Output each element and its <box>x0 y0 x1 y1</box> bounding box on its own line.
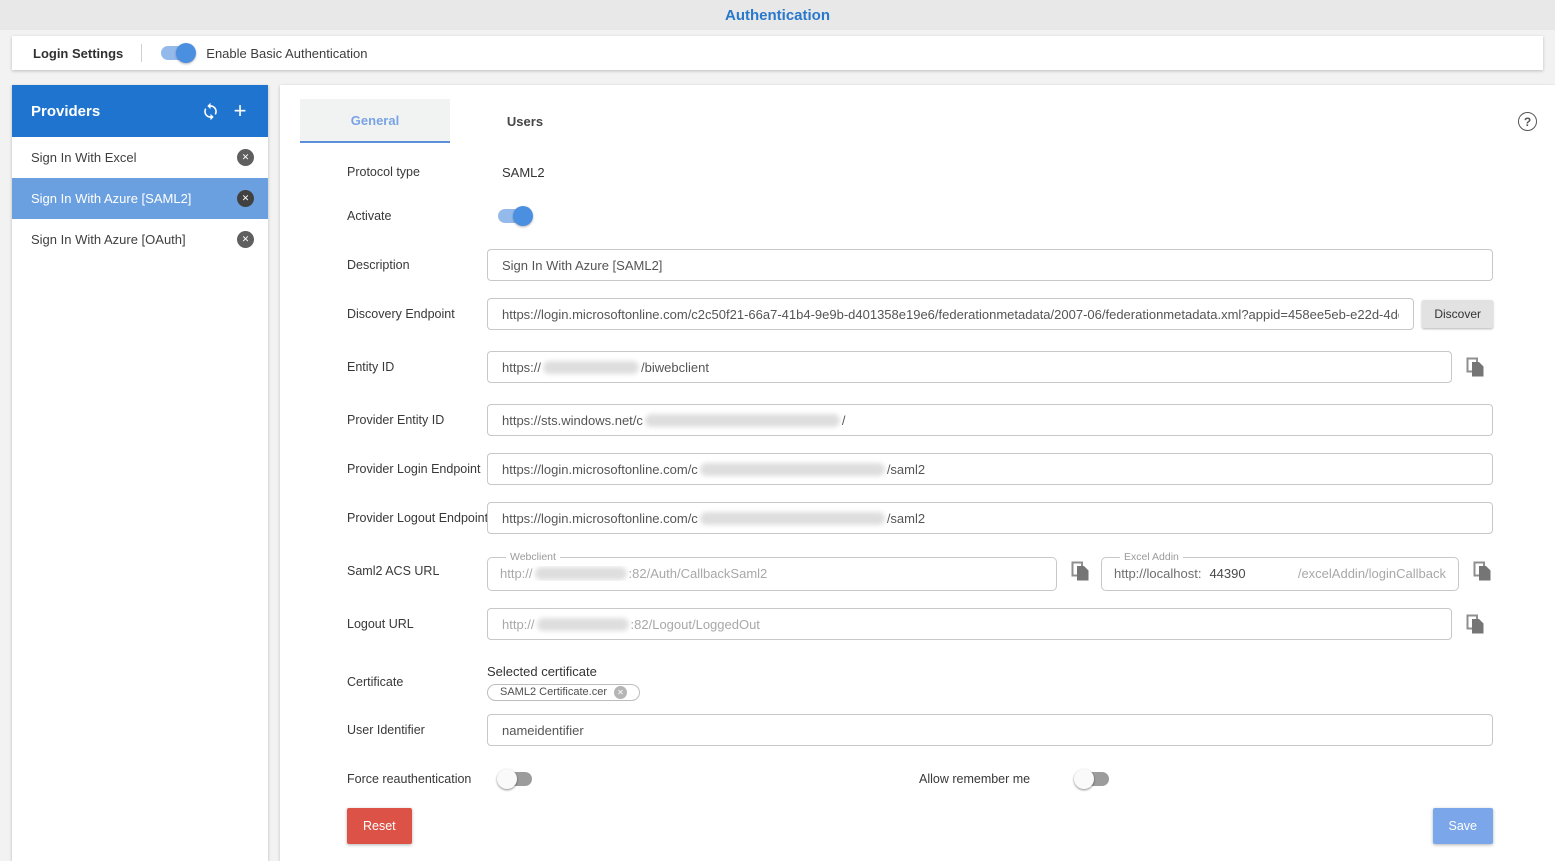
row-activate: Activate <box>347 200 1493 232</box>
login-settings-bar: Login Settings Enable Basic Authenticati… <box>12 36 1543 70</box>
page-title: Authentication <box>725 6 830 24</box>
providers-title: Providers <box>31 102 101 120</box>
protocol-type-value: SAML2 <box>502 164 545 180</box>
row-certificate: Certificate Selected certificate SAML2 C… <box>347 658 1493 706</box>
divider <box>141 44 143 62</box>
allow-remember-me-label: Allow remember me <box>919 772 1031 786</box>
user-identifier-input[interactable] <box>487 714 1493 746</box>
sidebar-item-sign-in-with-excel[interactable]: Sign In With Excel ✕ <box>12 137 268 178</box>
row-entity-id: Entity ID https:///biwebclient <box>347 351 1493 383</box>
tab-bar: General Users <box>300 99 600 143</box>
tab-general[interactable]: General <box>300 99 450 143</box>
provider-login-endpoint-input[interactable]: https://login.microsoftonline.com/c/saml… <box>487 453 1493 485</box>
delete-provider-icon[interactable]: ✕ <box>237 190 254 207</box>
redacted-text <box>543 360 640 374</box>
copy-icon[interactable] <box>1069 560 1091 582</box>
providers-sidebar: Providers + Sign In With Excel ✕ Sign In… <box>12 85 268 861</box>
providers-header: Providers + <box>12 85 268 137</box>
allow-remember-me-toggle[interactable] <box>1074 769 1110 789</box>
enable-basic-auth-toggle[interactable] <box>160 43 197 63</box>
acs-webclient-fieldset: Webclient http://:82/Auth/CallbackSaml2 <box>487 551 1057 591</box>
sidebar-item-sign-in-with-azure-saml2[interactable]: Sign In With Azure [SAML2] ✕ <box>12 178 268 219</box>
row-logout-url: Logout URL http://:82/Logout/LoggedOut <box>347 608 1493 640</box>
redacted-text <box>536 617 629 631</box>
redacted-text <box>534 567 627 580</box>
discovery-endpoint-input[interactable] <box>487 298 1415 330</box>
force-reauthentication-toggle[interactable] <box>497 769 533 789</box>
save-button[interactable]: Save <box>1432 808 1493 844</box>
row-user-identifier: User Identifier <box>347 714 1493 746</box>
copy-icon[interactable] <box>1471 560 1493 582</box>
provider-entity-id-input[interactable]: https://sts.windows.net/c / <box>487 404 1493 436</box>
refresh-icon[interactable] <box>198 99 222 123</box>
acs-excel-path: /excelAddin/loginCallback <box>1297 566 1446 581</box>
enable-basic-auth-label: Enable Basic Authentication <box>206 45 368 61</box>
row-provider-login-endpoint: Provider Login Endpoint https://login.mi… <box>347 453 1493 485</box>
reset-button[interactable]: Reset <box>347 808 412 844</box>
row-description: Description <box>347 249 1493 281</box>
acs-excel-host: http://localhost: <box>1114 566 1202 581</box>
row-discovery-endpoint: Discovery Endpoint Discover <box>347 298 1493 330</box>
row-provider-logout-endpoint: Provider Logout Endpoint https://login.m… <box>347 502 1493 534</box>
activate-toggle[interactable] <box>497 206 533 226</box>
sidebar-item-sign-in-with-azure-oauth[interactable]: Sign In With Azure [OAuth] ✕ <box>12 219 268 260</box>
remove-certificate-icon[interactable]: ✕ <box>613 685 627 699</box>
description-input[interactable] <box>487 249 1493 281</box>
row-reauthentication-options: Force reauthentication Allow remember me <box>347 763 1493 795</box>
copy-icon[interactable] <box>1464 356 1486 378</box>
selected-certificate-label: Selected certificate <box>487 663 597 679</box>
delete-provider-icon[interactable]: ✕ <box>237 231 254 248</box>
app-header: Authentication <box>0 0 1555 30</box>
provider-form: Protocol type SAML2 Activate Description… <box>347 158 1493 844</box>
row-protocol-type: Protocol type SAML2 <box>347 164 545 180</box>
help-icon[interactable]: ? <box>1518 112 1537 131</box>
acs-excel-addin-fieldset: Excel Addin http://localhost: 44390 /exc… <box>1101 551 1459 591</box>
logout-url-input[interactable]: http://:82/Logout/LoggedOut <box>487 608 1452 640</box>
copy-icon[interactable] <box>1464 613 1486 635</box>
provider-logout-endpoint-input[interactable]: https://login.microsoftonline.com/c/saml… <box>487 502 1493 534</box>
provider-detail-panel: ? General Users Protocol type SAML2 Acti… <box>280 85 1555 861</box>
redacted-text <box>699 511 885 525</box>
redacted-text <box>699 462 885 476</box>
tab-users[interactable]: Users <box>450 99 600 143</box>
add-provider-icon[interactable]: + <box>228 99 252 123</box>
acs-webclient-value[interactable]: http://:82/Auth/CallbackSaml2 <box>500 566 1044 581</box>
delete-provider-icon[interactable]: ✕ <box>237 149 254 166</box>
row-form-actions: Reset Save <box>347 808 1493 844</box>
certificate-chip[interactable]: SAML2 Certificate.cer ✕ <box>487 683 640 701</box>
row-saml2-acs-url: Saml2 ACS URL Webclient http://:82/Auth/… <box>347 551 1493 591</box>
discover-button[interactable]: Discover <box>1422 300 1493 328</box>
acs-excel-port-input[interactable]: 44390 <box>1209 566 1245 581</box>
redacted-text <box>644 413 840 427</box>
entity-id-input[interactable]: https:///biwebclient <box>487 351 1452 383</box>
row-provider-entity-id: Provider Entity ID https://sts.windows.n… <box>347 404 1493 436</box>
login-settings-label: Login Settings <box>33 45 124 61</box>
